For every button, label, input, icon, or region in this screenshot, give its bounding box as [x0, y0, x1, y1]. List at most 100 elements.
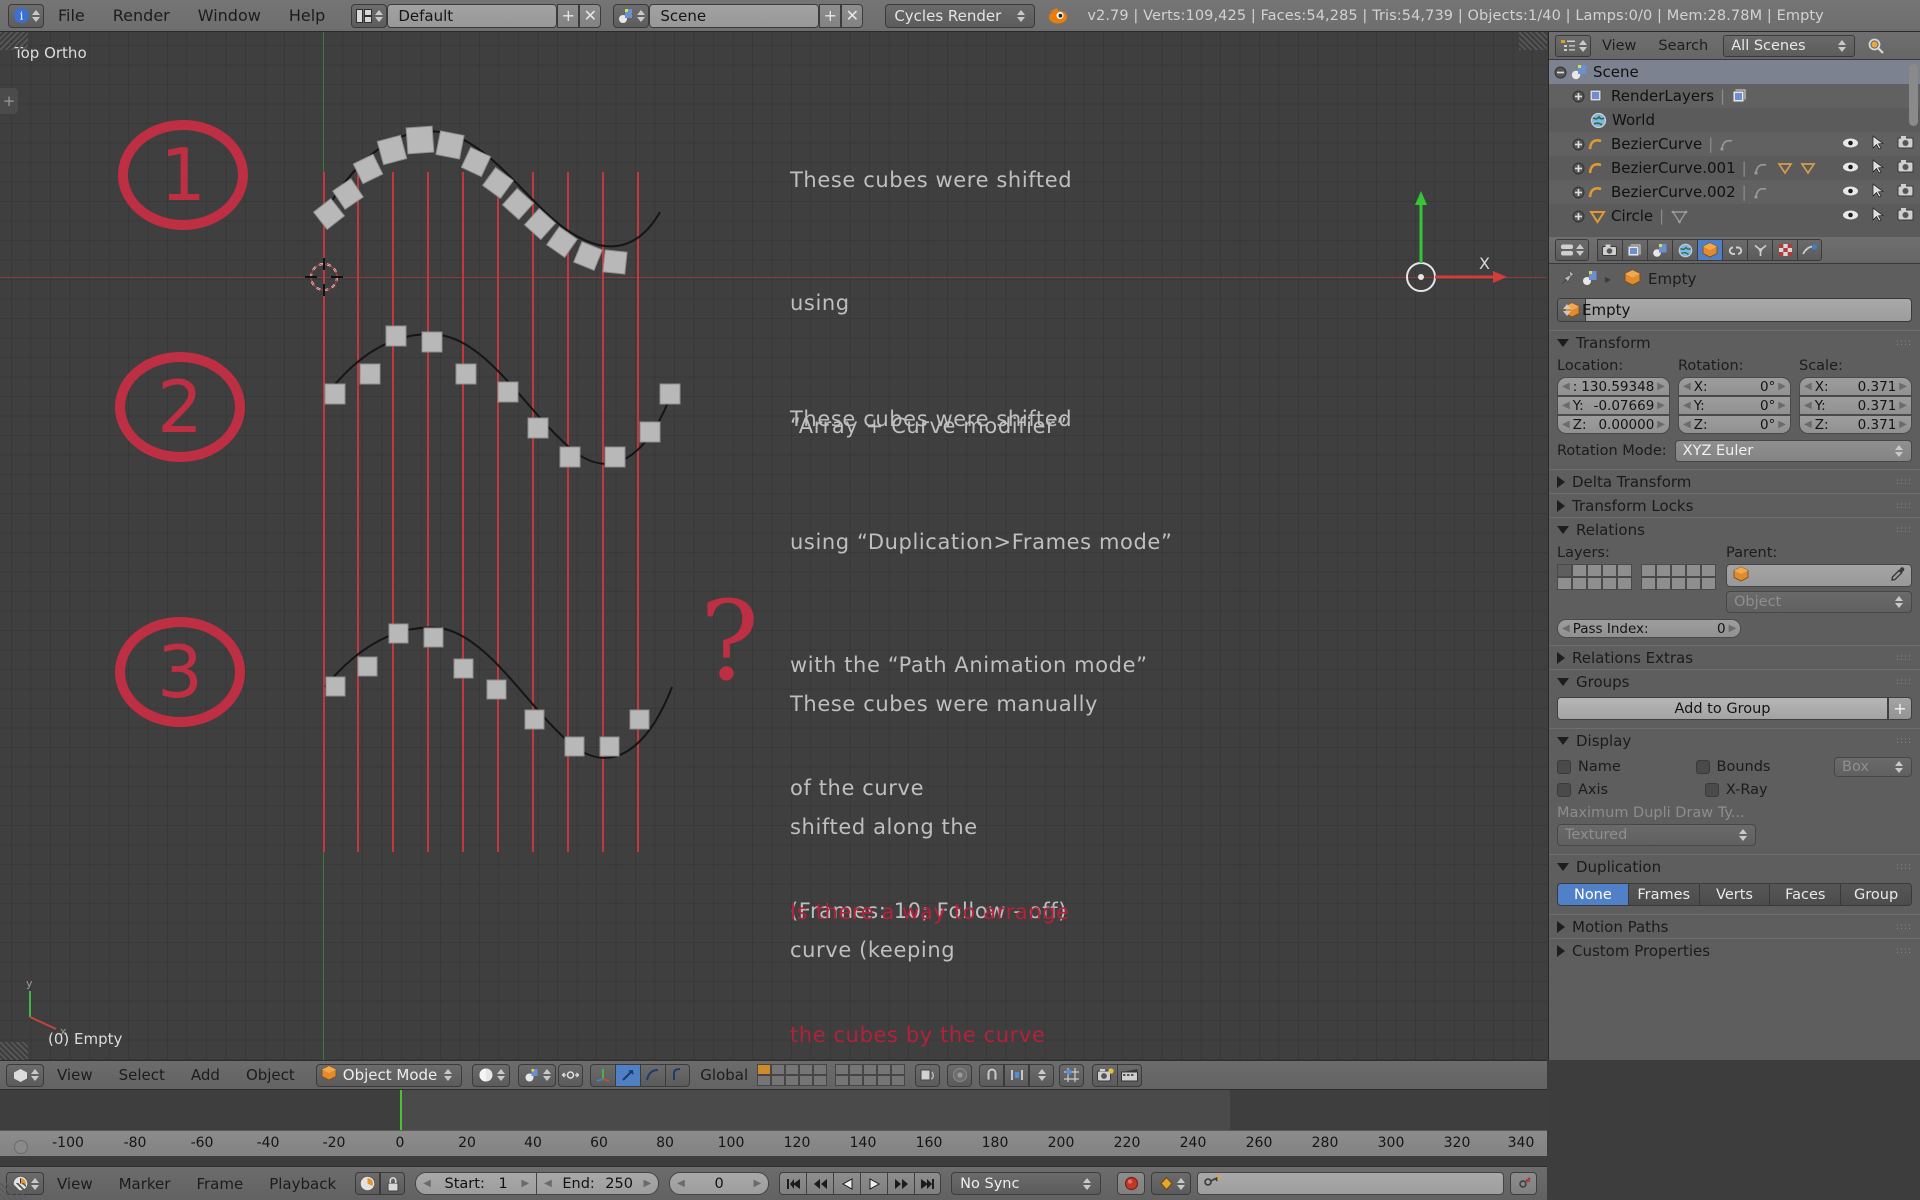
layer-cell[interactable]	[757, 1075, 772, 1086]
transform-orientation-label[interactable]: Global	[700, 1066, 748, 1084]
outliner-menu-search[interactable]: Search	[1647, 38, 1719, 54]
view3d-editor-type-button[interactable]	[6, 1063, 44, 1087]
outliner-row-toggles[interactable]	[1842, 158, 1914, 178]
viewport-shading-button[interactable]	[472, 1063, 511, 1087]
panel-custom-properties-header[interactable]: Custom Properties ::::	[1549, 938, 1920, 962]
outliner-row-beziercurve-001[interactable]: BezierCurve.001 |	[1549, 156, 1920, 180]
panel-motion-paths-header[interactable]: Motion Paths ::::	[1549, 914, 1920, 938]
layer-cell[interactable]	[1686, 577, 1701, 590]
add-to-group-button[interactable]: Add to Group	[1557, 697, 1888, 720]
layer-cell[interactable]	[863, 1064, 878, 1075]
layer-cell[interactable]	[1572, 577, 1587, 590]
search-icon[interactable]	[1863, 35, 1889, 57]
menu-file[interactable]: File	[44, 0, 99, 32]
layers-group-2[interactable]	[835, 1064, 906, 1086]
properties-tab-constraints[interactable]	[1722, 239, 1747, 261]
layer-cell[interactable]	[771, 1075, 786, 1086]
duplication-option-none[interactable]: None	[1557, 883, 1629, 906]
cursor-arrow-icon[interactable]	[1872, 134, 1885, 154]
manipulator-extra-icon[interactable]	[665, 1063, 691, 1087]
render-image-icon[interactable]	[1092, 1063, 1118, 1087]
layers-group-1[interactable]	[757, 1064, 828, 1086]
lock-time-to-other-windows-icon[interactable]	[380, 1172, 406, 1195]
interaction-mode-select[interactable]: Object Mode	[315, 1063, 463, 1087]
eye-icon[interactable]	[1842, 207, 1859, 225]
object-name-field[interactable]: Empty	[1557, 298, 1912, 322]
layer-cell[interactable]	[771, 1064, 786, 1075]
bounds-type-select[interactable]: Box	[1834, 757, 1912, 777]
pin-icon[interactable]	[1559, 268, 1575, 289]
editor-type-info-button[interactable]: i	[8, 3, 44, 28]
layer-cell[interactable]	[785, 1075, 800, 1086]
eyedropper-icon[interactable]	[1890, 566, 1905, 585]
expand-plus-icon[interactable]	[1571, 137, 1585, 151]
layer-cell[interactable]	[1587, 577, 1602, 590]
display-xray-checkbox[interactable]: X-Ray	[1704, 782, 1912, 798]
timeline-menu-playback[interactable]: Playback	[256, 1175, 349, 1193]
timeline-menu-frame[interactable]: Frame	[183, 1175, 256, 1193]
expand-plus-icon[interactable]	[1571, 161, 1585, 175]
layer-cell[interactable]	[1671, 577, 1686, 590]
collapse-minus-icon[interactable]	[1553, 65, 1567, 79]
keyframe-type-button[interactable]	[1151, 1172, 1192, 1195]
properties-tab-renderlayers[interactable]	[1622, 239, 1647, 261]
timeline-menu-view[interactable]: View	[44, 1175, 106, 1193]
manipulate-center-points-button[interactable]	[558, 1063, 584, 1087]
expand-plus-icon[interactable]	[1571, 89, 1585, 103]
eye-icon[interactable]	[1842, 135, 1859, 153]
snap-target-icon[interactable]	[1059, 1063, 1085, 1087]
eye-icon[interactable]	[1842, 159, 1859, 177]
duplication-option-frames[interactable]: Frames	[1628, 883, 1700, 906]
end-frame-field[interactable]: ◀ End: 250 ▶	[537, 1172, 660, 1195]
rotation-mode-select[interactable]: XYZ Euler	[1674, 440, 1912, 462]
view3d-menu-view[interactable]: View	[44, 1066, 106, 1084]
layer-cell[interactable]	[891, 1064, 906, 1075]
panel-relations-extras-header[interactable]: Relations Extras ::::	[1549, 645, 1920, 669]
screen-layout-browse-button[interactable]	[351, 3, 388, 28]
outliner-editor-type-button[interactable]	[1555, 34, 1591, 57]
layer-cell[interactable]	[863, 1075, 878, 1086]
sync-mode-select[interactable]: No Sync	[951, 1172, 1102, 1195]
layer-cell[interactable]	[1602, 577, 1617, 590]
curve-data-icon[interactable]	[1753, 159, 1771, 177]
timeline-menu-marker[interactable]: Marker	[106, 1175, 184, 1193]
scale-z-field[interactable]: ◀ Z: 0.371 ▶	[1799, 415, 1912, 434]
properties-tab-object[interactable]	[1697, 239, 1722, 261]
layer-cell[interactable]	[1701, 577, 1716, 590]
menu-help[interactable]: Help	[275, 0, 339, 32]
layer-cell[interactable]	[1656, 564, 1671, 577]
rotation-x-field[interactable]: ◀ X: 0° ▶	[1678, 377, 1791, 396]
outliner-menu-view[interactable]: View	[1591, 38, 1647, 54]
mesh-data-icon[interactable]	[1670, 207, 1688, 225]
delete-scene-button[interactable]: ✕	[841, 3, 864, 28]
timeline-playhead[interactable]	[400, 1090, 402, 1130]
layer-cell[interactable]	[1617, 577, 1632, 590]
layer-cell[interactable]	[1557, 564, 1572, 577]
layer-cell[interactable]	[1656, 577, 1671, 590]
jump-to-start-icon[interactable]	[779, 1172, 807, 1195]
scene-name-field[interactable]: Scene	[649, 3, 820, 28]
delete-screen-layout-button[interactable]: ✕	[579, 3, 602, 28]
render-engine-select[interactable]: Cycles Render	[885, 3, 1036, 28]
frame-forward-icon[interactable]	[887, 1172, 915, 1195]
layer-cell[interactable]	[891, 1075, 906, 1086]
snap-element-icon[interactable]	[1004, 1063, 1030, 1087]
layer-cell[interactable]	[1641, 577, 1656, 590]
layer-cell[interactable]	[1587, 564, 1602, 577]
panel-transform-header[interactable]: Transform ::::	[1549, 330, 1920, 354]
outliner-row-circle[interactable]: Circle |	[1549, 204, 1920, 228]
display-bounds-checkbox[interactable]: Bounds	[1695, 759, 1835, 775]
add-scene-button[interactable]: +	[819, 3, 842, 28]
renderlayer-datablock-icon[interactable]	[1731, 87, 1749, 105]
properties-tab-physics[interactable]	[1797, 239, 1822, 261]
outliner-row-beziercurve[interactable]: BezierCurve |	[1549, 132, 1920, 156]
viewport-corner-handle[interactable]	[0, 1042, 28, 1060]
display-axis-checkbox[interactable]: Axis	[1557, 782, 1705, 798]
panel-duplication-header[interactable]: Duplication ::::	[1549, 854, 1920, 878]
outliner-scrollbar[interactable]	[1909, 64, 1918, 126]
rotation-y-field[interactable]: ◀ Y: 0° ▶	[1678, 396, 1791, 415]
active-keying-set-field[interactable]	[1197, 1172, 1504, 1195]
menu-render[interactable]: Render	[99, 0, 184, 32]
playback-transport-controls[interactable]	[779, 1172, 942, 1195]
pivot-point-button[interactable]	[518, 1063, 557, 1087]
